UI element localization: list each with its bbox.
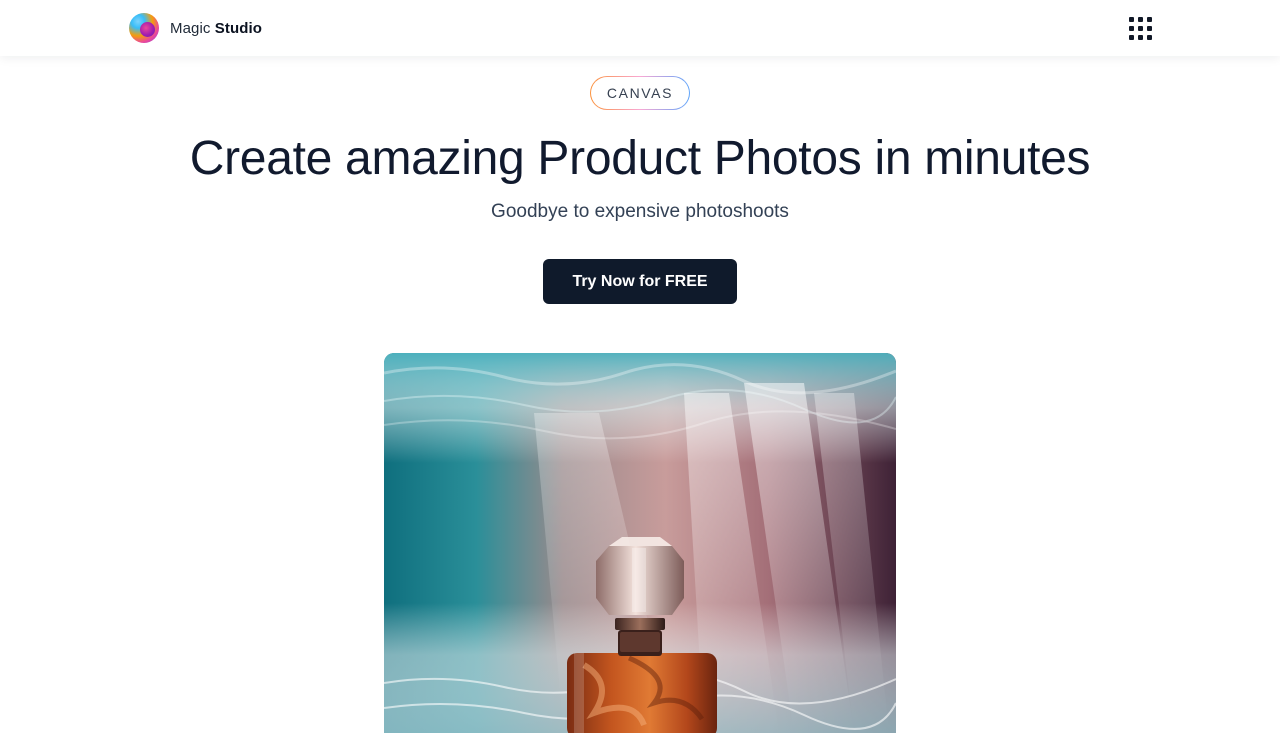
brand-name-light: Magic	[170, 19, 211, 37]
hero-headline: Create amazing Product Photos in minutes	[189, 132, 1091, 185]
perfume-bottle-collar	[615, 618, 665, 630]
brand-name: Magic Studio	[170, 20, 262, 37]
hero-section: CANVAS Create amazing Product Photos in …	[0, 56, 1280, 733]
brand-logo-link[interactable]: Magic Studio	[129, 13, 262, 43]
top-navigation-bar: Magic Studio	[0, 0, 1280, 56]
perfume-bottle-underwater-illustration	[384, 353, 896, 733]
brand-name-bold: Studio	[214, 19, 263, 37]
canvas-badge: CANVAS	[590, 76, 690, 110]
grid-dots-icon	[1128, 16, 1134, 22]
apps-menu-button[interactable]	[1124, 12, 1156, 44]
hero-subheadline: Goodbye to expensive photoshoots	[491, 201, 789, 222]
try-now-free-button[interactable]: Try Now for FREE	[543, 259, 737, 304]
magic-studio-logo-icon	[129, 13, 159, 43]
canvas-badge-label: CANVAS	[591, 77, 689, 109]
product-showcase-image	[384, 353, 896, 733]
